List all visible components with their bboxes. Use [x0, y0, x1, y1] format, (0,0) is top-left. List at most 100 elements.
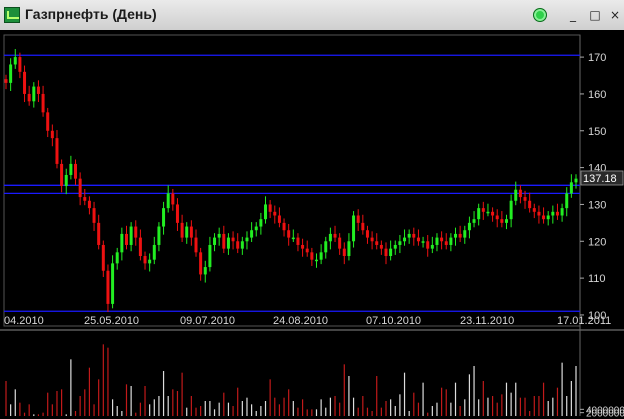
- candle-body: [560, 208, 564, 216]
- price-tick-label: 110: [588, 273, 606, 285]
- candle-body: [18, 57, 22, 72]
- title-bar[interactable]: Газпрнефть (День) _ □ ×: [0, 0, 624, 31]
- candle-body: [379, 244, 383, 249]
- candle-body: [440, 237, 444, 242]
- candle-body: [264, 204, 268, 220]
- candle-body: [134, 226, 138, 238]
- candle-body: [542, 215, 546, 220]
- candle-body: [342, 248, 346, 257]
- price-tick-label: 130: [588, 199, 606, 211]
- candle-body: [491, 211, 495, 216]
- candle-body: [296, 237, 300, 245]
- candle-body: [528, 200, 532, 209]
- candle-body: [523, 197, 527, 201]
- candle-body: [41, 93, 45, 113]
- candle-body: [60, 163, 64, 187]
- chart-app-icon: [4, 7, 20, 23]
- candle-body: [458, 233, 462, 238]
- candle-body: [514, 189, 518, 201]
- candle-body: [365, 230, 369, 238]
- candle-body: [203, 267, 207, 275]
- candle-body: [115, 252, 119, 264]
- candle-body: [13, 57, 17, 65]
- date-tick-label: 07.10.2010: [366, 315, 421, 327]
- candle-body: [32, 86, 36, 102]
- candle-body: [421, 241, 425, 243]
- candle-body: [282, 222, 286, 231]
- candle-body: [189, 226, 193, 238]
- candle-body: [97, 222, 101, 245]
- candle-body: [4, 79, 8, 83]
- candle-body: [259, 219, 263, 227]
- candle-body: [435, 237, 439, 245]
- candle-body: [407, 233, 411, 238]
- candle-body: [291, 237, 295, 240]
- candle-body: [398, 241, 402, 245]
- date-tick-label: 09.07.2010: [180, 315, 235, 327]
- candle-body: [449, 237, 453, 245]
- candle-body: [277, 215, 281, 223]
- green-status-icon[interactable]: [533, 8, 547, 22]
- candle-body: [314, 259, 318, 262]
- candle-body: [472, 219, 476, 223]
- candle-body: [148, 259, 152, 264]
- candle-body: [301, 244, 305, 249]
- candle-body: [83, 197, 87, 201]
- minimize-button[interactable]: _: [566, 8, 580, 22]
- candle-body: [222, 233, 226, 249]
- candle-body: [217, 233, 221, 238]
- candle-body: [338, 237, 342, 249]
- candle-body: [574, 178, 578, 183]
- candle-body: [500, 219, 504, 223]
- candle-body: [36, 86, 40, 94]
- candle-body: [162, 208, 166, 227]
- candle-body: [565, 193, 569, 209]
- window-title: Газпрнефть (День): [25, 6, 157, 22]
- price-tick-label: 120: [588, 236, 606, 248]
- candle-body: [416, 237, 420, 242]
- date-tick-label: 04.2010: [4, 315, 44, 327]
- candle-body: [328, 233, 332, 242]
- candle-body: [55, 138, 59, 164]
- candle-body: [551, 211, 555, 216]
- candle-body: [194, 237, 198, 253]
- candle-body: [324, 241, 328, 253]
- candle-body: [356, 215, 360, 223]
- candle-body: [138, 237, 142, 257]
- candle-body: [213, 237, 217, 245]
- price-plot-frame: [3, 34, 581, 327]
- candle-body: [157, 226, 161, 245]
- chart-area[interactable]: 100 110 120 130 140 150 160 170 137.18 04.2010 25.…: [0, 30, 624, 419]
- candle-body: [509, 200, 513, 220]
- candle-body: [393, 244, 397, 249]
- candle-body: [250, 230, 254, 238]
- candle-body: [27, 93, 31, 102]
- close-button[interactable]: ×: [608, 8, 622, 22]
- current-price-label: 137.18: [583, 173, 617, 185]
- candle-body: [50, 130, 54, 139]
- candle-body: [180, 222, 184, 238]
- candle-body: [537, 211, 541, 216]
- candle-body: [430, 244, 434, 249]
- candle-body: [208, 244, 212, 268]
- candle-body: [46, 112, 50, 131]
- price-volume-chart[interactable]: 100110120130140150160170137.1804.2010 25.…: [0, 30, 624, 419]
- candle-body: [199, 252, 203, 275]
- candle-body: [546, 215, 550, 220]
- candle-body: [375, 241, 379, 245]
- candle-body: [226, 237, 230, 249]
- chart-window: Газпрнефть (День) _ □ × 100 110 120 130 140 1…: [0, 0, 624, 419]
- candle-body: [74, 163, 78, 179]
- candle-body: [444, 241, 448, 245]
- candle-body: [532, 208, 536, 212]
- candle-body: [120, 233, 124, 253]
- maximize-button[interactable]: □: [588, 8, 602, 22]
- candle-body: [305, 248, 309, 253]
- candle-body: [171, 193, 175, 205]
- candle-body: [412, 233, 416, 238]
- candle-body: [463, 230, 467, 238]
- candle-body: [287, 230, 291, 238]
- candle-body: [240, 241, 244, 249]
- candle-body: [454, 233, 458, 238]
- candle-body: [101, 244, 105, 271]
